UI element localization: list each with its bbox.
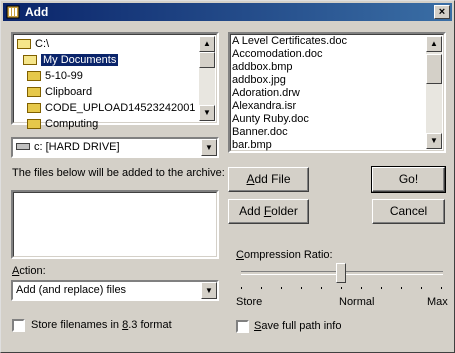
save-path-label: Save full path info bbox=[254, 320, 342, 332]
file-item[interactable]: A Level Certificates.doc bbox=[232, 35, 347, 48]
hard-drive-icon bbox=[16, 143, 30, 150]
add-folder-button[interactable]: Add Folder bbox=[228, 199, 309, 224]
file-item[interactable]: addbox.bmp bbox=[232, 61, 293, 74]
open-folder-icon bbox=[17, 39, 31, 49]
slider-tick bbox=[421, 287, 422, 289]
folder-label: Computing bbox=[45, 118, 99, 130]
folder-icon bbox=[27, 103, 41, 113]
folder-label: C:\ bbox=[35, 38, 50, 50]
save-path-checkbox[interactable] bbox=[236, 320, 249, 333]
compression-slider[interactable] bbox=[241, 263, 445, 293]
slider-tick bbox=[341, 287, 342, 289]
chevron-down-icon[interactable]: ▼ bbox=[201, 282, 217, 299]
slider-tick bbox=[281, 287, 282, 289]
slider-tick bbox=[321, 287, 322, 289]
folder-scrollbar[interactable]: ▲ ▼ bbox=[199, 36, 215, 121]
store-83-checkbox[interactable] bbox=[12, 319, 25, 332]
store-83-label: Store filenames in 8.3 format bbox=[31, 319, 172, 331]
slider-tick bbox=[381, 287, 382, 289]
slider-thumb[interactable] bbox=[336, 263, 346, 283]
compression-max-label: Max bbox=[427, 296, 448, 308]
action-value: Add (and replace) files bbox=[16, 284, 127, 296]
open-folder-icon bbox=[23, 55, 37, 65]
folder-label: My Documents bbox=[41, 54, 119, 66]
folder-icon bbox=[27, 87, 41, 97]
folder-item[interactable]: Clipboard bbox=[27, 84, 197, 100]
compression-mid-label: Normal bbox=[339, 296, 375, 308]
compression-min-label: Store bbox=[236, 296, 263, 308]
window-title: Add bbox=[25, 5, 49, 19]
file-item[interactable]: Alexandra.isr bbox=[232, 100, 296, 113]
archive-icon bbox=[6, 5, 20, 19]
drive-select[interactable]: c: [HARD DRIVE] ▼ bbox=[11, 137, 219, 158]
folder-label: 5-10-99 bbox=[45, 70, 83, 82]
file-item[interactable]: Adoration.drw bbox=[232, 87, 300, 100]
slider-tick bbox=[301, 287, 302, 289]
archive-file-list[interactable] bbox=[11, 190, 219, 259]
action-select[interactable]: Add (and replace) files ▼ bbox=[11, 280, 219, 301]
close-button[interactable]: × bbox=[434, 5, 450, 19]
slider-tick bbox=[261, 287, 262, 289]
slider-tick bbox=[241, 287, 242, 289]
folder-label: Clipboard bbox=[45, 86, 93, 98]
cancel-button[interactable]: Cancel bbox=[372, 199, 445, 224]
file-scrollbar[interactable]: ▲ ▼ bbox=[426, 36, 442, 149]
action-label: Action: bbox=[12, 265, 46, 277]
slider-tick bbox=[401, 287, 402, 289]
folder-list[interactable]: C:\ My Documents 5-10-99 Clipboard CODE_UPLO… bbox=[11, 32, 219, 130]
slider-tick bbox=[361, 287, 362, 289]
scroll-up-button[interactable]: ▲ bbox=[426, 36, 442, 52]
folder-label: CODE_UPLOAD14523242001 bbox=[45, 102, 196, 114]
drive-value: c: [HARD DRIVE] bbox=[34, 141, 120, 153]
add-file-button[interactable]: Add File bbox=[228, 167, 309, 192]
folder-item[interactable]: Computing bbox=[27, 116, 197, 132]
file-item[interactable]: addbox.jpg bbox=[232, 74, 286, 87]
scroll-thumb[interactable] bbox=[426, 54, 442, 84]
slider-tick bbox=[441, 287, 442, 289]
chevron-down-icon[interactable]: ▼ bbox=[201, 139, 217, 156]
title-bar[interactable]: Add × bbox=[3, 3, 452, 21]
file-item[interactable]: Aunty Ruby.doc bbox=[232, 113, 309, 126]
compression-label: Compression Ratio: bbox=[236, 249, 333, 261]
folder-icon bbox=[27, 71, 41, 81]
file-item[interactable]: Accomodation.doc bbox=[232, 48, 323, 61]
add-dialog: Add × C:\ My Documents 5-10-99 Clipboard COD… bbox=[0, 0, 455, 353]
scroll-down-button[interactable]: ▼ bbox=[426, 133, 442, 149]
folder-item[interactable]: CODE_UPLOAD14523242001 bbox=[27, 100, 197, 116]
folder-item[interactable]: C:\ bbox=[17, 36, 197, 52]
file-item[interactable]: bar.bmp bbox=[232, 139, 272, 152]
scroll-thumb[interactable] bbox=[199, 52, 215, 68]
folder-item[interactable]: 5-10-99 bbox=[27, 68, 197, 84]
file-item[interactable]: Banner.doc bbox=[232, 126, 288, 139]
folder-item[interactable]: My Documents bbox=[23, 52, 197, 68]
folder-icon bbox=[27, 119, 41, 129]
archive-label: The files below will be added to the arc… bbox=[12, 167, 225, 179]
go-button[interactable]: Go! bbox=[371, 166, 446, 193]
scroll-up-button[interactable]: ▲ bbox=[199, 36, 215, 52]
scroll-down-button[interactable]: ▼ bbox=[199, 105, 215, 121]
file-list[interactable]: A Level Certificates.doc Accomodation.doc… bbox=[228, 32, 446, 153]
